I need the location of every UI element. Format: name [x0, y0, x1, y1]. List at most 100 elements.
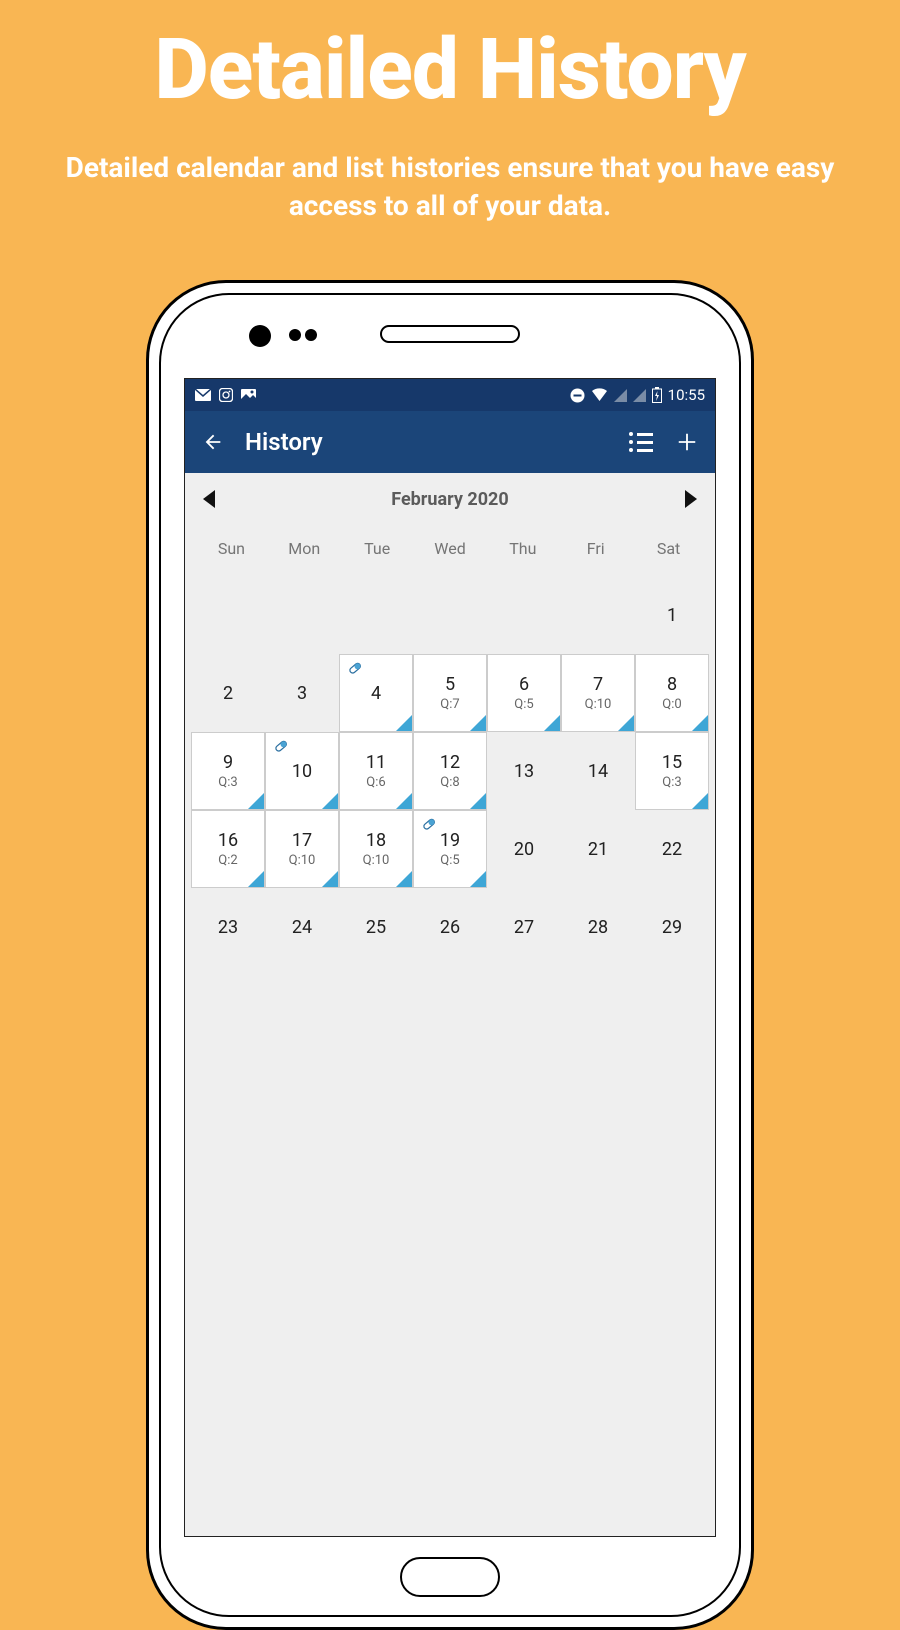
phone-speaker	[380, 325, 520, 343]
prev-month-button[interactable]	[203, 490, 215, 508]
calendar-day[interactable]: 8Q:0	[635, 654, 709, 732]
calendar-day[interactable]: 7 Q:10	[561, 654, 635, 732]
day-quantity: Q:0	[662, 697, 681, 712]
back-button[interactable]	[199, 428, 227, 456]
day-number: 22	[662, 839, 682, 860]
calendar-day[interactable]: 23	[191, 888, 265, 966]
calendar-day[interactable]: 17Q:10	[265, 810, 339, 888]
battery-icon	[652, 387, 662, 403]
calendar-day[interactable]: 21	[561, 810, 635, 888]
weekday-label: Thu	[486, 539, 559, 558]
day-number: 1	[667, 605, 677, 626]
calendar-day[interactable]: 22	[635, 810, 709, 888]
weekday-label: Mon	[268, 539, 341, 558]
day-number: 13	[514, 761, 534, 782]
calendar-day[interactable]: 2	[191, 654, 265, 732]
day-quantity: Q:5	[440, 853, 459, 868]
calendar-day[interactable]: 16Q:2	[191, 810, 265, 888]
day-number: 24	[292, 917, 312, 938]
list-icon	[629, 432, 653, 452]
calendar-day[interactable]: 10	[265, 732, 339, 810]
calendar-day[interactable]: 3	[265, 654, 339, 732]
day-number: 5	[445, 674, 455, 695]
day-quantity: Q:8	[440, 775, 459, 790]
day-number: 29	[662, 917, 682, 938]
calendar-day	[265, 576, 339, 654]
day-quantity: Q:10	[585, 697, 612, 712]
day-number: 17	[292, 830, 312, 851]
calendar-day[interactable]: 14	[561, 732, 635, 810]
day-number: 3	[297, 683, 307, 704]
calendar-day[interactable]: 28	[561, 888, 635, 966]
calendar-day[interactable]: 4	[339, 654, 413, 732]
next-month-button[interactable]	[685, 490, 697, 508]
day-number: 14	[588, 761, 608, 782]
calendar-day[interactable]: 5Q:7	[413, 654, 487, 732]
day-number: 2	[223, 683, 233, 704]
day-number: 23	[218, 917, 238, 938]
day-quantity: Q:7	[440, 697, 459, 712]
screen: 10:55 History February 2020 SunMonTueWe	[184, 378, 716, 1537]
data-indicator-icon	[544, 715, 560, 731]
calendar-day[interactable]: 19Q:5	[413, 810, 487, 888]
data-indicator-icon	[692, 715, 708, 731]
day-number: 12	[440, 752, 460, 773]
phone-camera	[249, 325, 271, 347]
data-indicator-icon	[396, 793, 412, 809]
hero-title: Detailed History	[0, 20, 900, 119]
data-indicator-icon	[470, 715, 486, 731]
calendar-day[interactable]: 27	[487, 888, 561, 966]
day-quantity: Q:3	[218, 775, 237, 790]
data-indicator-icon	[396, 871, 412, 887]
month-label: February 2020	[391, 489, 508, 510]
weekday-label: Fri	[559, 539, 632, 558]
pill-icon	[420, 815, 438, 833]
home-button[interactable]	[400, 1557, 500, 1597]
calendar-day[interactable]: 26	[413, 888, 487, 966]
data-indicator-icon	[322, 871, 338, 887]
add-button[interactable]	[673, 428, 701, 456]
calendar-day[interactable]: 25	[339, 888, 413, 966]
day-number: 19	[440, 830, 460, 851]
day-number: 4	[371, 683, 381, 704]
dnd-icon	[570, 388, 585, 403]
signal-icon-2	[633, 389, 646, 402]
wifi-icon	[591, 388, 608, 402]
data-indicator-icon	[618, 715, 634, 731]
weekday-label: Sun	[195, 539, 268, 558]
list-view-button[interactable]	[627, 428, 655, 456]
data-indicator-icon	[692, 793, 708, 809]
day-number: 9	[223, 752, 233, 773]
data-indicator-icon	[248, 871, 264, 887]
calendar-day[interactable]: 12Q:8	[413, 732, 487, 810]
data-indicator-icon	[470, 793, 486, 809]
hero-subtitle: Detailed calendar and list histories ens…	[60, 149, 840, 225]
data-indicator-icon	[248, 793, 264, 809]
calendar-day[interactable]: 24	[265, 888, 339, 966]
status-time: 10:55	[668, 386, 705, 404]
calendar-day[interactable]: 11Q:6	[339, 732, 413, 810]
day-number: 26	[440, 917, 460, 938]
day-number: 27	[514, 917, 534, 938]
calendar-day[interactable]: 18Q:10	[339, 810, 413, 888]
day-quantity: Q:6	[366, 775, 385, 790]
calendar-day[interactable]: 9Q:3	[191, 732, 265, 810]
calendar-day[interactable]: 13	[487, 732, 561, 810]
gallery-icon	[241, 389, 256, 402]
weekday-label: Wed	[414, 539, 487, 558]
data-indicator-icon	[470, 871, 486, 887]
calendar-day[interactable]: 1	[635, 576, 709, 654]
calendar-day[interactable]: 15Q:3	[635, 732, 709, 810]
day-number: 7	[593, 674, 603, 695]
calendar-day[interactable]: 6Q:5	[487, 654, 561, 732]
phone-sensors	[289, 329, 317, 341]
weekday-label: Tue	[341, 539, 414, 558]
weekday-header: SunMonTueWedThuFriSat	[185, 525, 715, 576]
pill-icon	[346, 659, 364, 677]
calendar-day[interactable]: 20	[487, 810, 561, 888]
calendar-grid: 12345Q:76Q:57Q:108Q:09Q:31011Q:612Q:8131…	[185, 576, 715, 966]
instagram-icon	[219, 388, 233, 402]
calendar-day[interactable]: 29	[635, 888, 709, 966]
day-number: 8	[667, 674, 677, 695]
calendar-day	[487, 576, 561, 654]
